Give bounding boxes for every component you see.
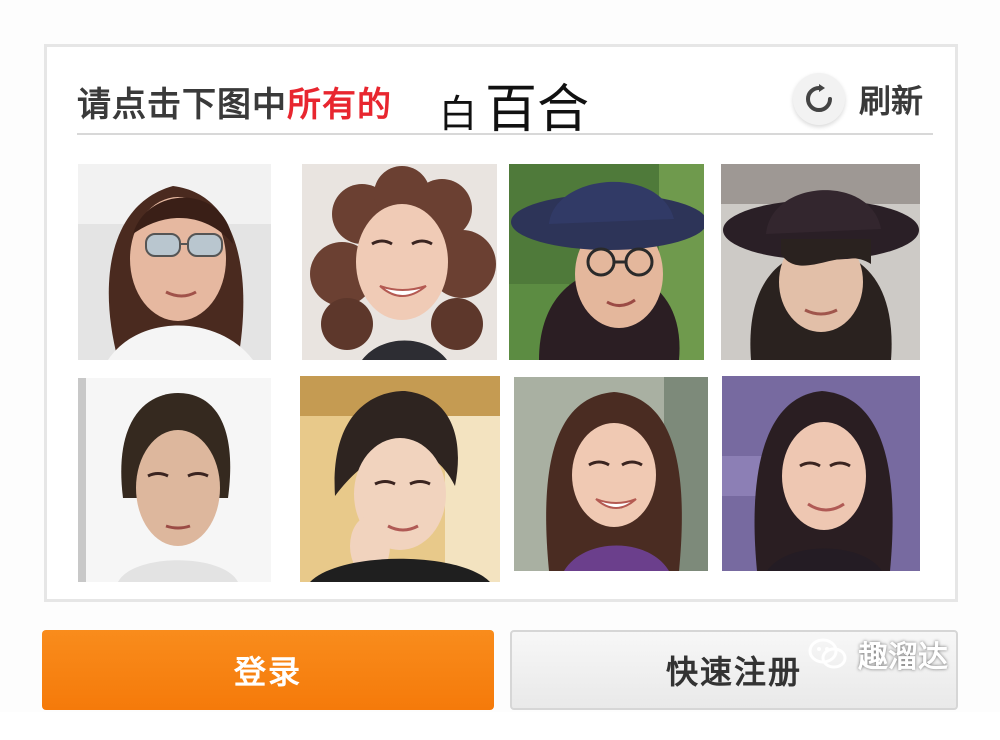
photo-woman-dark-hat[interactable]: [721, 164, 920, 360]
login-button[interactable]: 登录: [42, 630, 494, 710]
photo-woman-long-hair-smiling[interactable]: [514, 377, 708, 571]
watermark: 趣溜达: [808, 632, 948, 676]
captcha-header: 请点击下图中所有的 白百合 刷新: [77, 65, 933, 140]
captcha-screen: 请点击下图中所有的 白百合 刷新 登录 快速注册 趣溜达: [0, 0, 1000, 740]
instruction-prefix: 请点击下图中: [77, 85, 287, 125]
bottom-strip: [0, 712, 1000, 740]
captcha-instruction: 请点击下图中所有的: [77, 77, 392, 126]
photo-woman-hat-glasses[interactable]: [509, 164, 704, 360]
refresh-icon[interactable]: [792, 73, 845, 125]
photo-woman-purple-background[interactable]: [722, 376, 920, 571]
photo-woman-hand-on-chin[interactable]: [300, 376, 500, 582]
watermark-text: 趣溜达: [858, 640, 948, 675]
photo-woman-white-background[interactable]: [78, 378, 271, 582]
refresh-label: 刷新: [858, 82, 923, 120]
wechat-icon: [808, 638, 847, 669]
photo-woman-curly-hair[interactable]: [302, 164, 497, 360]
target-word-big: 百合: [485, 80, 590, 140]
refresh-button[interactable]: 刷新: [792, 71, 923, 127]
header-divider: [77, 133, 933, 135]
target-word-small: 白: [439, 92, 478, 136]
instruction-highlight: 所有的: [287, 85, 392, 125]
photo-woman-sunglasses[interactable]: [78, 164, 271, 360]
captcha-target-word: 白百合: [439, 67, 589, 142]
